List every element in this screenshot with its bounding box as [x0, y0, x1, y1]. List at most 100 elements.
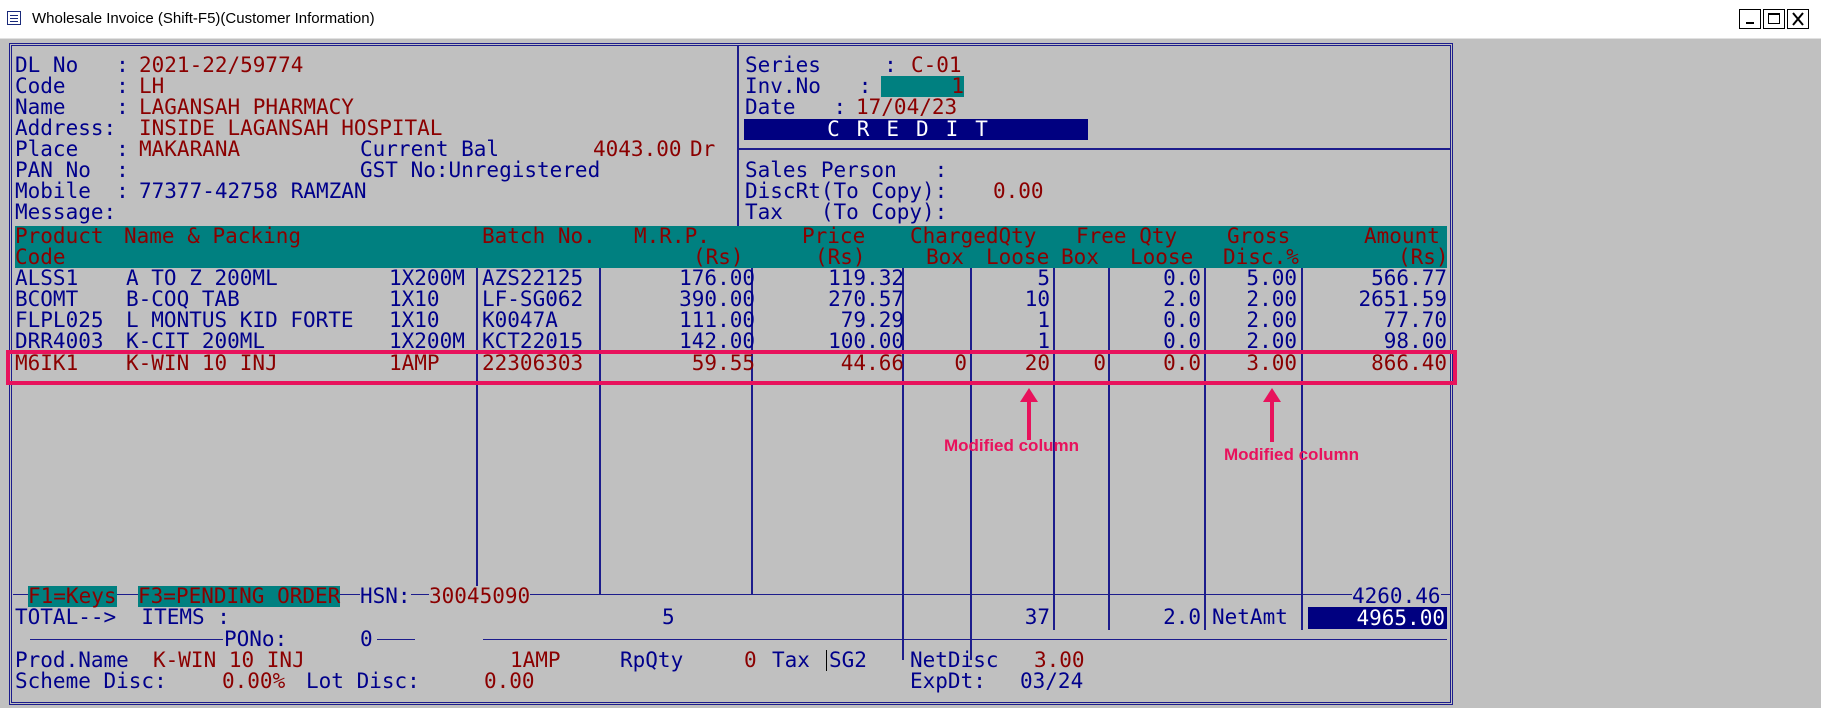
- title-bar: Wholesale Invoice (Shift-F5)(Customer In…: [0, 0, 1821, 39]
- gross-total: 4260.46: [1352, 584, 1441, 608]
- current-bal-value: 4043.00: [593, 137, 682, 161]
- row-pack: 1X200M: [389, 329, 465, 353]
- scheme-disc-label: Scheme Disc:: [15, 669, 167, 693]
- prod-pack: 1AMP: [510, 648, 561, 672]
- row-pack: 1X200M: [389, 266, 465, 290]
- lot-disc-value: 0.00: [484, 669, 535, 693]
- row-name: K-CIT 200ML: [126, 329, 266, 353]
- scheme-disc-value: 0.00%: [222, 669, 286, 693]
- close-icon[interactable]: [1787, 9, 1809, 29]
- rpqty-value: 0: [744, 648, 757, 672]
- row-price: 270.57: [828, 287, 904, 311]
- table-row[interactable]: DRR4003 K-CIT 200ML 1X200M KCT22015 142.…: [15, 331, 1447, 352]
- row-pack: 1X10: [389, 308, 440, 332]
- date-label: Date :: [745, 95, 847, 119]
- col-charged-qty: ChargedQty: [910, 224, 1037, 248]
- qty-total: 37: [1024, 605, 1050, 629]
- expdt-value: 03/24: [1020, 669, 1084, 693]
- minimize-icon[interactable]: [1739, 9, 1761, 29]
- table-row[interactable]: BCOMT B-COQ TAB 1X10 LF-SG062 390.00 270…: [15, 289, 1447, 310]
- series-label: Series :: [745, 53, 897, 77]
- f3-pending-order-button[interactable]: F3=PENDING ORDER: [138, 586, 341, 607]
- tax-code-input[interactable]: SG2: [826, 650, 867, 671]
- total-label: TOTAL--> ITEMS :: [15, 605, 230, 629]
- pan-label: PAN No :: [15, 158, 129, 182]
- pono-label: PONo:: [224, 627, 288, 651]
- mobile-label: Mobile :: [15, 179, 129, 203]
- app-menu-icon[interactable]: [7, 11, 21, 25]
- col-free-loose: Loose: [1130, 245, 1194, 269]
- col-price-unit: (Rs): [815, 245, 866, 269]
- dl-value: 2021-22/59774: [139, 53, 304, 77]
- netamt-label: NetAmt: [1212, 605, 1288, 629]
- discrt-label: DiscRt(To Copy):: [745, 179, 948, 203]
- row-amount: 77.70: [1383, 308, 1447, 332]
- series-value: C-01: [911, 53, 962, 77]
- invno-input[interactable]: 1: [881, 76, 964, 97]
- row-batch: LF-SG062: [482, 287, 584, 311]
- row-charged-loose: 10: [1024, 287, 1050, 311]
- row-code: DRR4003: [15, 329, 104, 353]
- discrt-value: 0.00: [993, 179, 1044, 203]
- row-free-loose: 2.0: [1163, 287, 1201, 311]
- annotation-label: Modified column: [1224, 445, 1360, 464]
- row-free-loose: 0.0: [1163, 308, 1201, 332]
- name-value: LAGANSAH PHARMACY: [139, 95, 354, 119]
- place-label: Place :: [15, 137, 129, 161]
- row-disc: 2.00: [1246, 329, 1297, 353]
- gst-label: GST No:Unregistered: [360, 158, 601, 182]
- col-amount-unit: (Rs): [1398, 245, 1449, 269]
- row-disc: 2.00: [1246, 287, 1297, 311]
- table-row[interactable]: FLPL025 L MONTUS KID FORTE 1X10 K0047A 1…: [15, 310, 1447, 331]
- row-disc: 5.00: [1246, 266, 1297, 290]
- row-amount: 98.00: [1383, 329, 1447, 353]
- dl-label: DL No :: [15, 53, 129, 77]
- sales-person-label: Sales Person :: [745, 158, 948, 182]
- tax-code-label: Tax: [772, 648, 810, 672]
- name-label: Name :: [15, 95, 129, 119]
- row-code: ALSS1: [15, 266, 79, 290]
- col-price: Price: [802, 224, 866, 248]
- pono-value[interactable]: 0: [360, 629, 373, 650]
- f1-keys-button[interactable]: F1=Keys: [28, 586, 117, 607]
- netdisc-value: 3.00: [1034, 648, 1085, 672]
- arrow-up-icon: [1020, 388, 1038, 440]
- address-value: INSIDE LAGANSAH HOSPITAL: [139, 116, 443, 140]
- netamt-value: 4965.00: [1308, 607, 1447, 629]
- current-bal-label: Current Bal: [360, 137, 500, 161]
- col-product-code: Product: [15, 224, 104, 248]
- row-batch: K0047A: [482, 308, 558, 332]
- col-mrp: M.R.P.: [634, 224, 710, 248]
- row-price: 79.29: [840, 308, 904, 332]
- maximize-icon[interactable]: [1763, 9, 1785, 29]
- invno-label: Inv.No :: [745, 74, 872, 98]
- col-gross: Gross: [1227, 224, 1291, 248]
- row-charged-loose: 5: [1037, 266, 1050, 290]
- items-count: 5: [662, 605, 675, 629]
- col-mrp-unit: (Rs): [693, 245, 744, 269]
- free-total: 2.0: [1163, 605, 1201, 629]
- row-name: L MONTUS KID FORTE: [126, 308, 354, 332]
- current-bal-suffix: Dr: [690, 137, 716, 161]
- divider: [30, 639, 223, 640]
- row-batch: KCT22015: [482, 329, 584, 353]
- col-free-box: Box: [1061, 245, 1099, 269]
- row-mrp: 176.00: [679, 266, 755, 290]
- row-disc: 2.00: [1246, 308, 1297, 332]
- tax-label: Tax (To Copy):: [745, 200, 948, 224]
- col-free-qty: Free Qty: [1076, 224, 1178, 248]
- row-free-loose: 0.0: [1163, 266, 1201, 290]
- col-charged-box: Box: [926, 245, 964, 269]
- table-row[interactable]: ALSS1 A TO Z 200ML 1X200M AZS22125 176.0…: [15, 268, 1447, 289]
- col-charged-loose: Loose: [986, 245, 1050, 269]
- row-code: FLPL025: [15, 308, 104, 332]
- col-name-packing: Name & Packing: [124, 224, 302, 248]
- date-value[interactable]: 17/04/23: [856, 97, 957, 118]
- row-price: 119.32: [828, 266, 904, 290]
- row-pack: 1X10: [389, 287, 440, 311]
- place-value: MAKARANA: [139, 137, 241, 161]
- col-amount: Amount: [1364, 224, 1440, 248]
- code-value[interactable]: LH: [139, 76, 164, 97]
- highlight-box: [6, 350, 1457, 385]
- credit-mode-badge[interactable]: CREDIT: [744, 119, 1088, 140]
